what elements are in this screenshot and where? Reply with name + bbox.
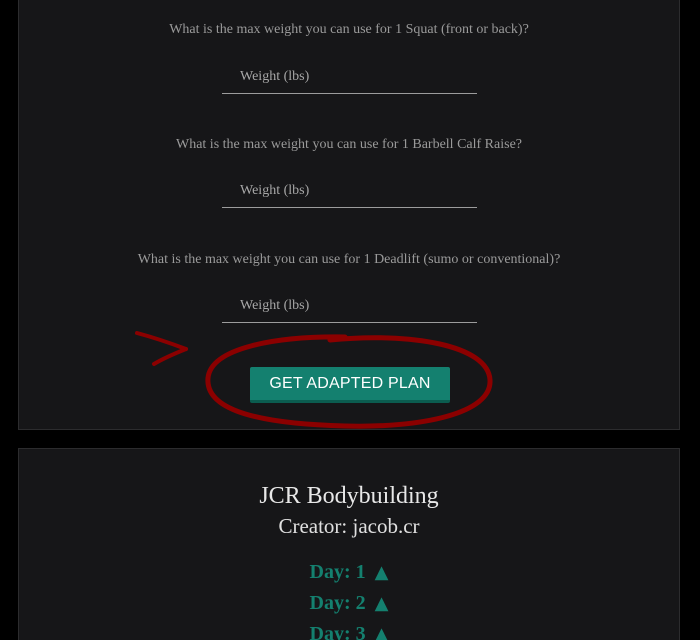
squat-weight-field bbox=[222, 61, 477, 94]
plan-title: JCR Bodybuilding bbox=[259, 483, 439, 509]
question-deadlift-label: What is the max weight you can use for 1… bbox=[137, 252, 561, 267]
question-calf-raise-label: What is the max weight you can use for 1… bbox=[175, 137, 522, 152]
collapse-arrow-icon: ▲ bbox=[374, 624, 389, 640]
day-1-label: Day: 1 bbox=[309, 561, 366, 583]
plan-card: JCR Bodybuilding Creator: jacob.cr Day: … bbox=[18, 448, 680, 640]
max-weight-form: What is the max weight you can use for 1… bbox=[18, 0, 680, 430]
get-adapted-plan-button[interactable]: GET ADAPTED PLAN bbox=[250, 367, 450, 403]
squat-weight-input[interactable] bbox=[222, 61, 477, 93]
day-3-toggle[interactable]: Day: 3 ▲ bbox=[19, 621, 679, 640]
calf-raise-weight-field bbox=[222, 175, 477, 208]
collapse-arrow-icon: ▲ bbox=[374, 593, 389, 614]
day-1-toggle[interactable]: Day: 1 ▲ bbox=[19, 559, 679, 586]
plan-creator: Creator: jacob.cr bbox=[278, 514, 420, 538]
deadlift-weight-field bbox=[222, 290, 477, 323]
day-2-toggle[interactable]: Day: 2 ▲ bbox=[19, 590, 679, 617]
day-3-label: Day: 3 bbox=[309, 623, 366, 640]
collapse-arrow-icon: ▲ bbox=[374, 562, 389, 583]
question-squat-label: What is the max weight you can use for 1… bbox=[169, 22, 529, 37]
day-2-label: Day: 2 bbox=[309, 592, 366, 614]
page: What is the max weight you can use for 1… bbox=[0, 0, 700, 640]
calf-raise-weight-input[interactable] bbox=[222, 175, 477, 207]
deadlift-weight-input[interactable] bbox=[222, 290, 477, 322]
